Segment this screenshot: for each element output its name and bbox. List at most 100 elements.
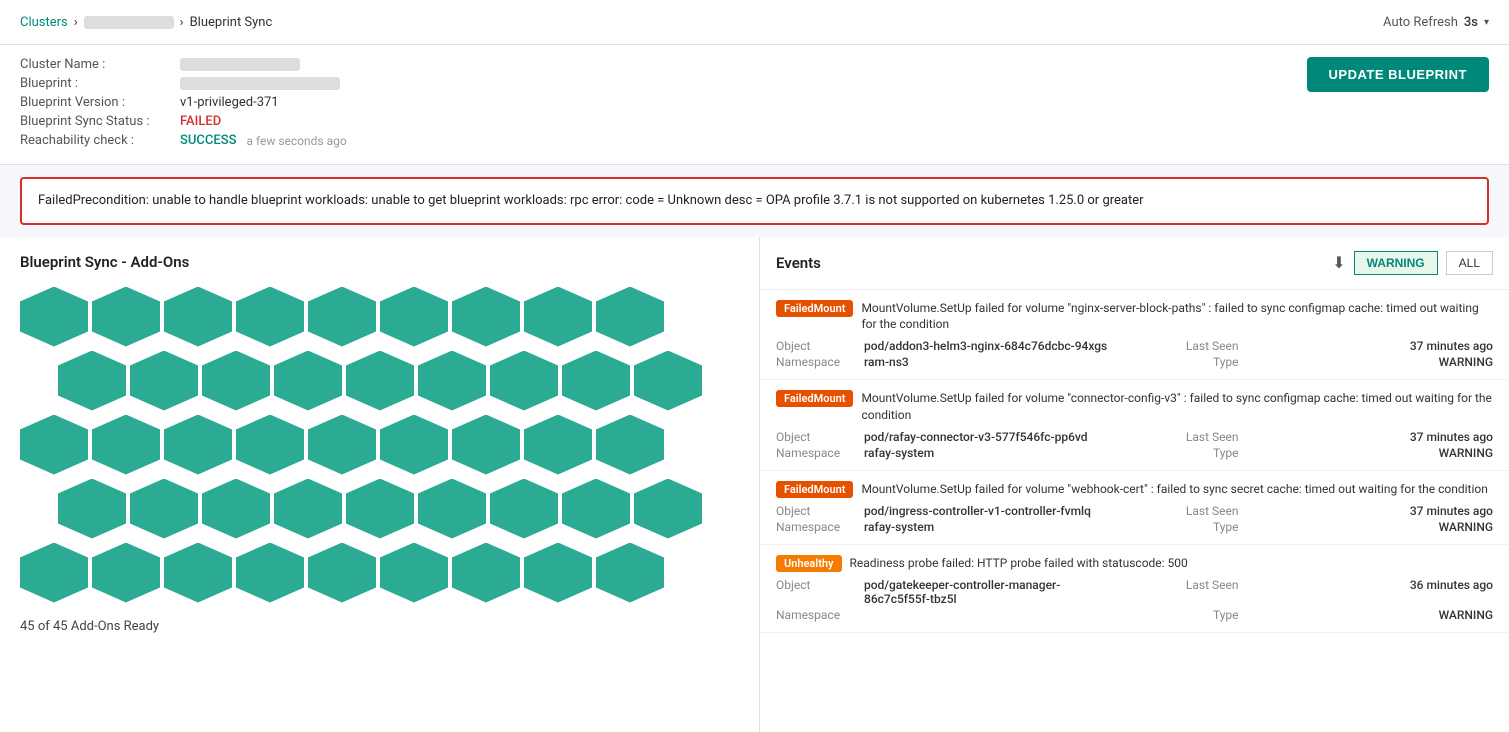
main-content: Blueprint Sync - Add-Ons <box>0 237 1509 732</box>
hex-tile <box>380 415 448 475</box>
hex-tile <box>274 351 342 411</box>
event-tag-3: FailedMount <box>776 481 853 498</box>
last-seen-label-2: Last Seen <box>1119 430 1239 444</box>
hex-row-2 <box>58 351 739 411</box>
hex-tile <box>92 543 160 603</box>
type-label-1: Type <box>1119 355 1239 369</box>
hex-tile <box>490 351 558 411</box>
type-value-2: WARNING <box>1247 446 1494 460</box>
hex-tile <box>274 479 342 539</box>
namespace-value-4 <box>864 608 1111 622</box>
event-item-2: FailedMount MountVolume.SetUp failed for… <box>760 380 1509 471</box>
hex-tile <box>130 479 198 539</box>
namespace-label-4: Namespace <box>776 608 856 622</box>
error-message-box: FailedPrecondition: unable to handle blu… <box>20 177 1489 225</box>
hex-tile <box>164 415 232 475</box>
hex-tile <box>380 543 448 603</box>
event-item-3: FailedMount MountVolume.SetUp failed for… <box>760 471 1509 545</box>
reachability-value: SUCCESS <box>180 133 236 148</box>
type-label-2: Type <box>1119 446 1239 460</box>
hex-row-3 <box>20 415 739 475</box>
page-title: Blueprint Sync <box>190 15 273 30</box>
reachability-label: Reachability check : <box>20 133 180 148</box>
info-panel: Cluster Name : Blueprint : Blueprint Ver… <box>0 45 1509 165</box>
event-message-2: MountVolume.SetUp failed for volume "con… <box>861 390 1493 424</box>
hex-tile <box>562 479 630 539</box>
last-seen-value-3: 37 minutes ago <box>1247 504 1494 518</box>
error-text: FailedPrecondition: unable to handle blu… <box>38 193 1144 208</box>
breadcrumb: Clusters › › Blueprint Sync <box>20 15 272 30</box>
event-tag-1: FailedMount <box>776 300 853 317</box>
blueprint-label: Blueprint : <box>20 76 180 91</box>
type-value-4: WARNING <box>1247 608 1494 622</box>
sync-status-value: FAILED <box>180 114 221 129</box>
cluster-name-crumb <box>84 16 174 29</box>
events-header: Events ⬇ WARNING ALL <box>760 237 1509 290</box>
update-blueprint-button[interactable]: UPDATE BLUEPRINT <box>1307 57 1489 92</box>
hex-tile <box>596 543 664 603</box>
hex-tile <box>452 415 520 475</box>
cluster-name-value <box>180 58 300 71</box>
last-seen-label-3: Last Seen <box>1119 504 1239 518</box>
hex-tile <box>524 543 592 603</box>
hex-tile <box>452 287 520 347</box>
auto-refresh-value: 3s <box>1464 15 1478 30</box>
last-seen-value-4: 36 minutes ago <box>1247 578 1494 606</box>
clusters-link[interactable]: Clusters <box>20 15 68 30</box>
hex-tile <box>634 351 702 411</box>
addons-panel-title: Blueprint Sync - Add-Ons <box>20 253 739 271</box>
hex-tile <box>164 287 232 347</box>
namespace-label-2: Namespace <box>776 446 856 460</box>
hex-tile <box>418 479 486 539</box>
hex-tile <box>596 415 664 475</box>
hex-tile <box>562 351 630 411</box>
hex-tile <box>202 479 270 539</box>
events-controls: ⬇ WARNING ALL <box>1332 251 1493 275</box>
event-message-4: Readiness probe failed: HTTP probe faile… <box>850 555 1494 572</box>
last-seen-value-1: 37 minutes ago <box>1247 339 1494 353</box>
hex-tile <box>634 479 702 539</box>
event-message-3: MountVolume.SetUp failed for volume "web… <box>861 481 1493 498</box>
hex-tile <box>202 351 270 411</box>
hex-tile <box>58 479 126 539</box>
namespace-label-1: Namespace <box>776 355 856 369</box>
type-value-3: WARNING <box>1247 520 1494 534</box>
object-value-3: pod/ingress-controller-v1-controller-fvm… <box>864 504 1111 518</box>
event-tag-4: Unhealthy <box>776 555 842 572</box>
object-label-4: Object <box>776 578 856 606</box>
hex-grid <box>20 287 739 603</box>
chevron-down-icon: ▾ <box>1484 17 1489 28</box>
filter-warning-button[interactable]: WARNING <box>1354 251 1438 275</box>
download-icon[interactable]: ⬇ <box>1332 253 1345 272</box>
hex-tile <box>418 351 486 411</box>
hex-tile <box>596 287 664 347</box>
object-label-3: Object <box>776 504 856 518</box>
object-label-2: Object <box>776 430 856 444</box>
addons-panel: Blueprint Sync - Add-Ons <box>0 237 760 732</box>
events-title: Events <box>776 254 821 272</box>
namespace-label-3: Namespace <box>776 520 856 534</box>
auto-refresh-control[interactable]: Auto Refresh 3s ▾ <box>1383 15 1489 30</box>
reachability-time: a few seconds ago <box>246 134 346 148</box>
hex-tile <box>524 415 592 475</box>
hex-tile <box>20 415 88 475</box>
cluster-name-label: Cluster Name : <box>20 57 180 72</box>
blueprint-version-label: Blueprint Version : <box>20 95 180 110</box>
breadcrumb-sep2: › <box>180 15 184 30</box>
hex-tile <box>308 287 376 347</box>
blueprint-version-value: v1-privileged-371 <box>180 95 279 110</box>
event-tag-2: FailedMount <box>776 390 853 407</box>
events-panel: Events ⬇ WARNING ALL FailedMount MountVo… <box>760 237 1509 732</box>
type-label-3: Type <box>1119 520 1239 534</box>
hex-tile <box>236 287 304 347</box>
filter-all-button[interactable]: ALL <box>1446 251 1493 275</box>
last-seen-label-4: Last Seen <box>1119 578 1239 606</box>
hex-tile <box>58 351 126 411</box>
hex-tile <box>92 415 160 475</box>
hex-tile <box>20 287 88 347</box>
object-label-1: Object <box>776 339 856 353</box>
hex-tile <box>308 415 376 475</box>
last-seen-value-2: 37 minutes ago <box>1247 430 1494 444</box>
hex-tile <box>524 287 592 347</box>
object-value-1: pod/addon3-helm3-nginx-684c76dcbc-94xgs <box>864 339 1111 353</box>
